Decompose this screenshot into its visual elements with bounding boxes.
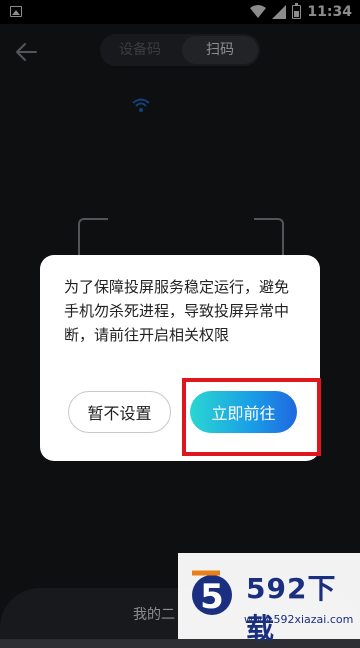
watermark-brand: 592下载 xyxy=(246,572,337,645)
watermark-logo: 5 592下载 www.592xiazai.com xyxy=(178,553,360,645)
not-now-button[interactable]: 暂不设置 xyxy=(68,391,171,433)
logo-badge-digit: 5 xyxy=(200,577,224,617)
highlight-box xyxy=(182,378,321,456)
dialog-message: 为了保障投屏服务稳定运行，避免手机勿杀死进程，导致投屏异常中断，请前往开启相关权… xyxy=(64,278,290,344)
logo-badge-icon: 5 xyxy=(192,570,232,617)
watermark-url: www.592xiazai.com xyxy=(244,613,354,626)
